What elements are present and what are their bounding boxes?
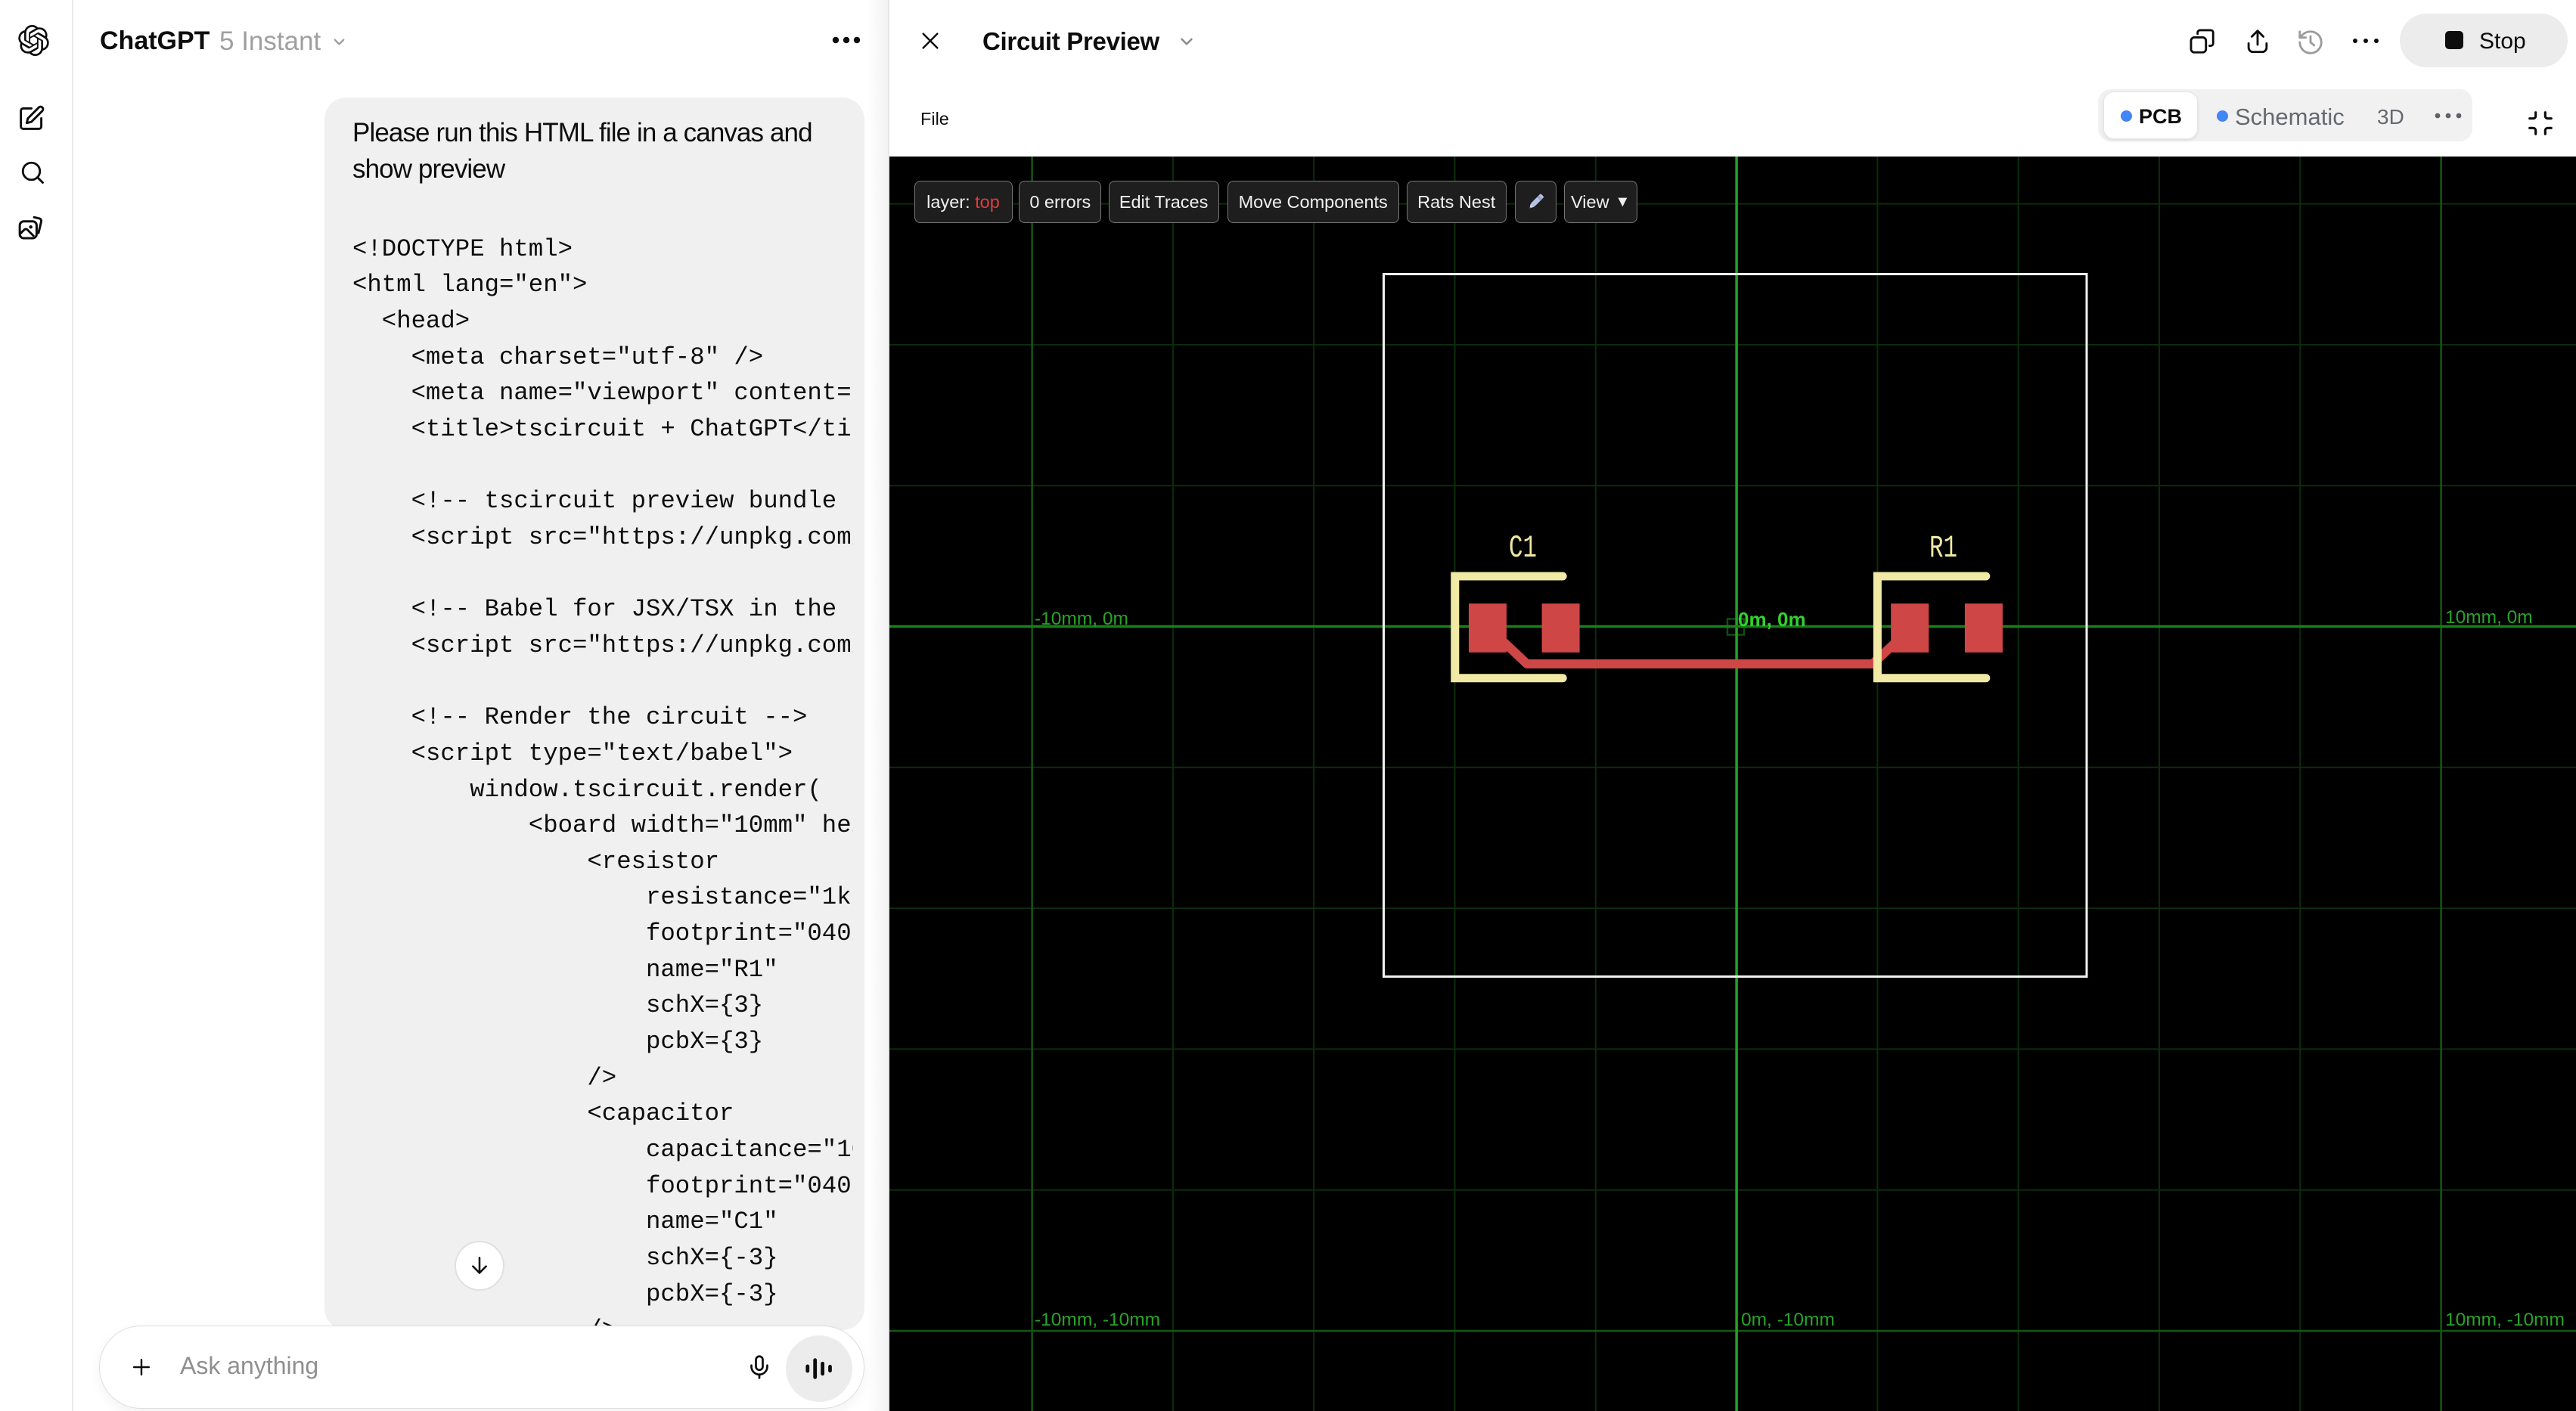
svg-text:0m, 0m: 0m, 0m xyxy=(1738,608,1806,631)
svg-text:10mm, -10mm: 10mm, -10mm xyxy=(2445,1310,2565,1330)
svg-text:-10mm, 0m: -10mm, 0m xyxy=(1035,609,1128,629)
svg-text:10mm, 0m: 10mm, 0m xyxy=(2445,607,2533,628)
svg-text:C1: C1 xyxy=(1509,530,1537,566)
svg-text:-10mm, -10mm: -10mm, -10mm xyxy=(1035,1310,1160,1330)
svg-text:0m, -10mm: 0m, -10mm xyxy=(1741,1310,1835,1330)
svg-text:R1: R1 xyxy=(1929,530,1957,566)
